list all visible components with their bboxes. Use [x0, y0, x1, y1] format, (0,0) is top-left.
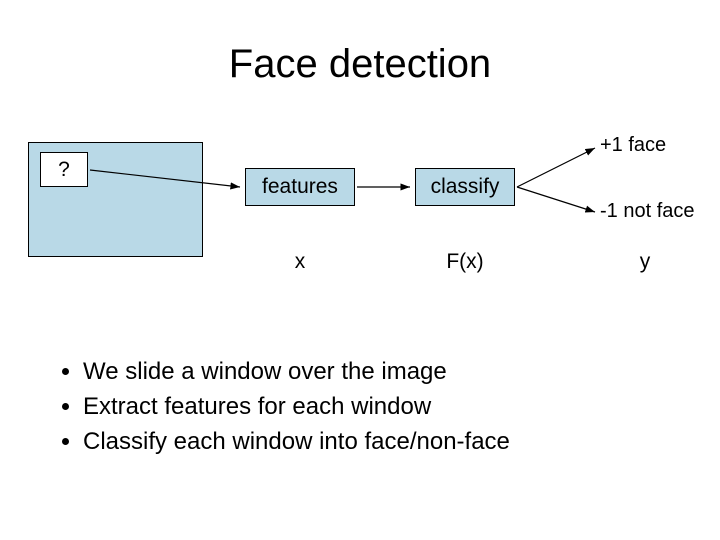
output-negative: -1 not face [600, 200, 695, 223]
arrow-classify-negative [517, 187, 595, 212]
output-positive: +1 face [600, 134, 666, 157]
sliding-window: ? [40, 152, 88, 187]
list-item: Classify each window into face/non-face [83, 425, 510, 460]
slide-title: Face detection [0, 42, 720, 87]
label-fx: F(x) [415, 250, 515, 274]
arrow-classify-positive [517, 148, 595, 187]
list-item: We slide a window over the image [83, 355, 510, 390]
features-box: features [245, 168, 355, 206]
classify-box: classify [415, 168, 515, 206]
label-y: y [600, 250, 690, 274]
bullet-list: We slide a window over the image Extract… [55, 355, 510, 459]
label-x: x [245, 250, 355, 274]
list-item: Extract features for each window [83, 390, 510, 425]
